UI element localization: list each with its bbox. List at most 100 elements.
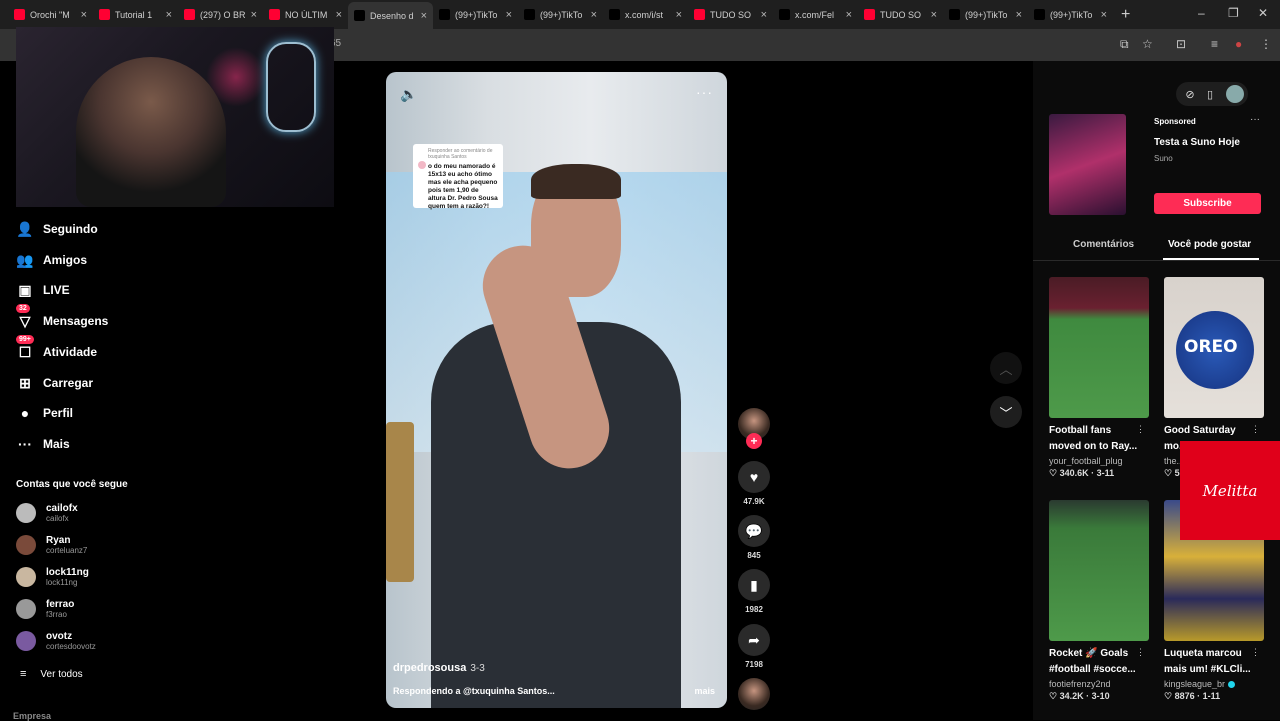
browser-tab[interactable]: x.com/i/st × bbox=[603, 4, 688, 26]
tab-close-icon[interactable]: × bbox=[336, 9, 342, 21]
volume-icon[interactable]: 🔈 bbox=[400, 86, 417, 103]
sidebar-item-mensagens[interactable]: ▽ 32 Mensagens bbox=[16, 304, 216, 331]
compass-icon[interactable]: ⊘ bbox=[1180, 88, 1200, 101]
minimize-icon[interactable]: – bbox=[1198, 6, 1205, 20]
ad-more-icon[interactable]: ··· bbox=[1250, 114, 1260, 125]
comment-icon[interactable]: 💬 bbox=[738, 515, 770, 547]
new-tab-button[interactable]: + bbox=[1121, 6, 1130, 24]
extensions-icon[interactable]: ⊡ bbox=[1176, 37, 1186, 51]
video-card[interactable]: ⋮ Football fans moved on to Ray... your_… bbox=[1049, 277, 1149, 479]
card-title[interactable]: Luqueta marcou mais um! #KLCli... bbox=[1164, 646, 1264, 678]
avatar[interactable] bbox=[16, 567, 36, 587]
avatar[interactable] bbox=[16, 631, 36, 651]
music-disc-avatar[interactable] bbox=[738, 678, 770, 710]
card-author[interactable]: your_football_plug bbox=[1049, 456, 1149, 466]
video-more-icon[interactable]: ··· bbox=[696, 84, 713, 100]
browser-tab[interactable]: (99+)TikTo × bbox=[943, 4, 1028, 26]
card-title[interactable]: Rocket 🚀 Goals #football #socce... bbox=[1049, 646, 1149, 678]
browser-tab[interactable]: (99+)TikTo × bbox=[518, 4, 603, 26]
user-avatar[interactable] bbox=[1226, 85, 1244, 103]
card-title[interactable]: Football fans moved on to Ray... bbox=[1049, 423, 1149, 455]
browser-tab[interactable]: Desenho d × bbox=[348, 2, 433, 29]
see-all-link[interactable]: ≡ Ver todos bbox=[20, 668, 83, 680]
tab-close-icon[interactable]: × bbox=[931, 9, 937, 21]
maximize-icon[interactable]: ❐ bbox=[1228, 6, 1239, 20]
card-thumbnail[interactable]: OREO bbox=[1164, 277, 1264, 418]
save-action[interactable]: ▮ 1982 bbox=[738, 569, 770, 614]
comment-action[interactable]: 💬 845 bbox=[738, 515, 770, 560]
tab-close-icon[interactable]: × bbox=[1101, 9, 1107, 21]
phone-icon[interactable]: ▯ bbox=[1200, 88, 1220, 101]
card-more-icon[interactable]: ⋮ bbox=[1136, 424, 1145, 435]
ad-thumbnail[interactable] bbox=[1049, 114, 1126, 215]
next-video-button[interactable]: ﹀ bbox=[990, 396, 1022, 428]
card-thumbnail[interactable] bbox=[1049, 500, 1149, 641]
video-card[interactable]: ⋮ Rocket 🚀 Goals #football #socce... foo… bbox=[1049, 500, 1149, 702]
sidebar-item-amigos[interactable]: 👥 Amigos bbox=[16, 250, 216, 270]
browser-tab[interactable]: (297) O BR × bbox=[178, 4, 263, 26]
tab-comments[interactable]: Comentários bbox=[1073, 239, 1134, 250]
like-action[interactable]: ♥ 47.9K bbox=[738, 461, 770, 506]
bookmark-icon[interactable]: ▮ bbox=[738, 569, 770, 601]
tab-close-icon[interactable]: × bbox=[81, 9, 87, 21]
bookmark-star-icon[interactable]: ☆ bbox=[1142, 37, 1153, 51]
tab-close-icon[interactable]: × bbox=[761, 9, 767, 21]
card-more-icon[interactable]: ⋮ bbox=[1251, 424, 1260, 435]
card-more-icon[interactable]: ⋮ bbox=[1136, 647, 1145, 658]
window-close-icon[interactable]: ✕ bbox=[1258, 6, 1268, 20]
browser-menu-icon[interactable]: ⋮ bbox=[1260, 37, 1272, 51]
browser-tab[interactable]: TUDO SO × bbox=[688, 4, 773, 26]
video-more-link[interactable]: mais bbox=[694, 686, 715, 696]
video-author-name[interactable]: drpedrosousa bbox=[393, 662, 466, 674]
followed-account[interactable]: lock11ng lock11ng bbox=[16, 567, 89, 587]
card-author[interactable]: kingsleague_br bbox=[1164, 679, 1264, 689]
previous-video-button[interactable]: ︿ bbox=[990, 352, 1022, 384]
card-title-line2: moved on to Ray... bbox=[1049, 441, 1138, 452]
tab-close-icon[interactable]: × bbox=[506, 9, 512, 21]
card-author[interactable]: footiefrenzy2nd bbox=[1049, 679, 1149, 689]
avatar[interactable] bbox=[16, 535, 36, 555]
follow-plus-button[interactable]: + bbox=[746, 433, 762, 449]
followed-account[interactable]: ovotz cortesdoovotz bbox=[16, 631, 96, 651]
browser-tab[interactable]: (99+)TikTo × bbox=[1028, 4, 1113, 26]
tab-close-icon[interactable]: × bbox=[591, 9, 597, 21]
tab-close-icon[interactable]: × bbox=[421, 10, 427, 22]
profile-avatar-icon[interactable]: ● bbox=[1235, 37, 1242, 51]
tab-close-icon[interactable]: × bbox=[846, 9, 852, 21]
sidebar-item-mais[interactable]: ··· Mais bbox=[16, 434, 216, 454]
followed-account[interactable]: ferrao f3rrao bbox=[16, 599, 74, 619]
tab-close-icon[interactable]: × bbox=[1016, 9, 1022, 21]
card-date: 1-11 bbox=[1202, 691, 1221, 701]
followed-account[interactable]: Ryan corteluanz7 bbox=[16, 535, 87, 555]
avatar[interactable] bbox=[16, 599, 36, 619]
tab-close-icon[interactable]: × bbox=[251, 9, 257, 21]
browser-tab[interactable]: NO ÚLTIM × bbox=[263, 4, 348, 26]
browser-tab[interactable]: Orochi "M × bbox=[8, 4, 93, 26]
tab-close-icon[interactable]: × bbox=[676, 9, 682, 21]
video-author[interactable]: drpedrosousa 3-3 bbox=[393, 662, 485, 674]
avatar[interactable] bbox=[16, 503, 36, 523]
tab-you-may-like[interactable]: Você pode gostar bbox=[1168, 239, 1251, 250]
cast-icon[interactable]: ⧉ bbox=[1120, 37, 1129, 52]
sidebar-item-perfil[interactable]: ● Perfil bbox=[16, 403, 216, 423]
browser-tab[interactable]: Tutorial 1 × bbox=[93, 4, 178, 26]
ad-title[interactable]: Testa a Suno Hoje bbox=[1154, 137, 1240, 148]
share-icon[interactable]: ➦ bbox=[738, 624, 770, 656]
video-player[interactable]: Responder ao comentário de txuquinha San… bbox=[386, 72, 727, 708]
tab-close-icon[interactable]: × bbox=[166, 9, 172, 21]
card-thumbnail[interactable] bbox=[1049, 277, 1149, 418]
heart-icon[interactable]: ♥ bbox=[738, 461, 770, 493]
followed-account[interactable]: cailofx cailofx bbox=[16, 503, 78, 523]
sidebar-item-live[interactable]: ▣ LIVE bbox=[16, 280, 216, 300]
card-more-icon[interactable]: ⋮ bbox=[1251, 647, 1260, 658]
sidebar-item-seguindo[interactable]: 👤 Seguindo bbox=[16, 219, 216, 239]
sidebar-item-atividade[interactable]: ☐ 99+ Atividade bbox=[16, 335, 216, 362]
share-action[interactable]: ➦ 7198 bbox=[738, 624, 770, 669]
subscribe-button[interactable]: Subscribe bbox=[1154, 193, 1261, 214]
sidebar-item-carregar[interactable]: ⊞ Carregar bbox=[16, 373, 216, 393]
browser-tab[interactable]: (99+)TikTo × bbox=[433, 4, 518, 26]
media-icon[interactable]: ≡ bbox=[1211, 37, 1218, 51]
browser-tab[interactable]: x.com/Fel × bbox=[773, 4, 858, 26]
browser-tab[interactable]: TUDO SO × bbox=[858, 4, 943, 26]
top-right-controls: ⊘ ▯ bbox=[1176, 82, 1248, 106]
